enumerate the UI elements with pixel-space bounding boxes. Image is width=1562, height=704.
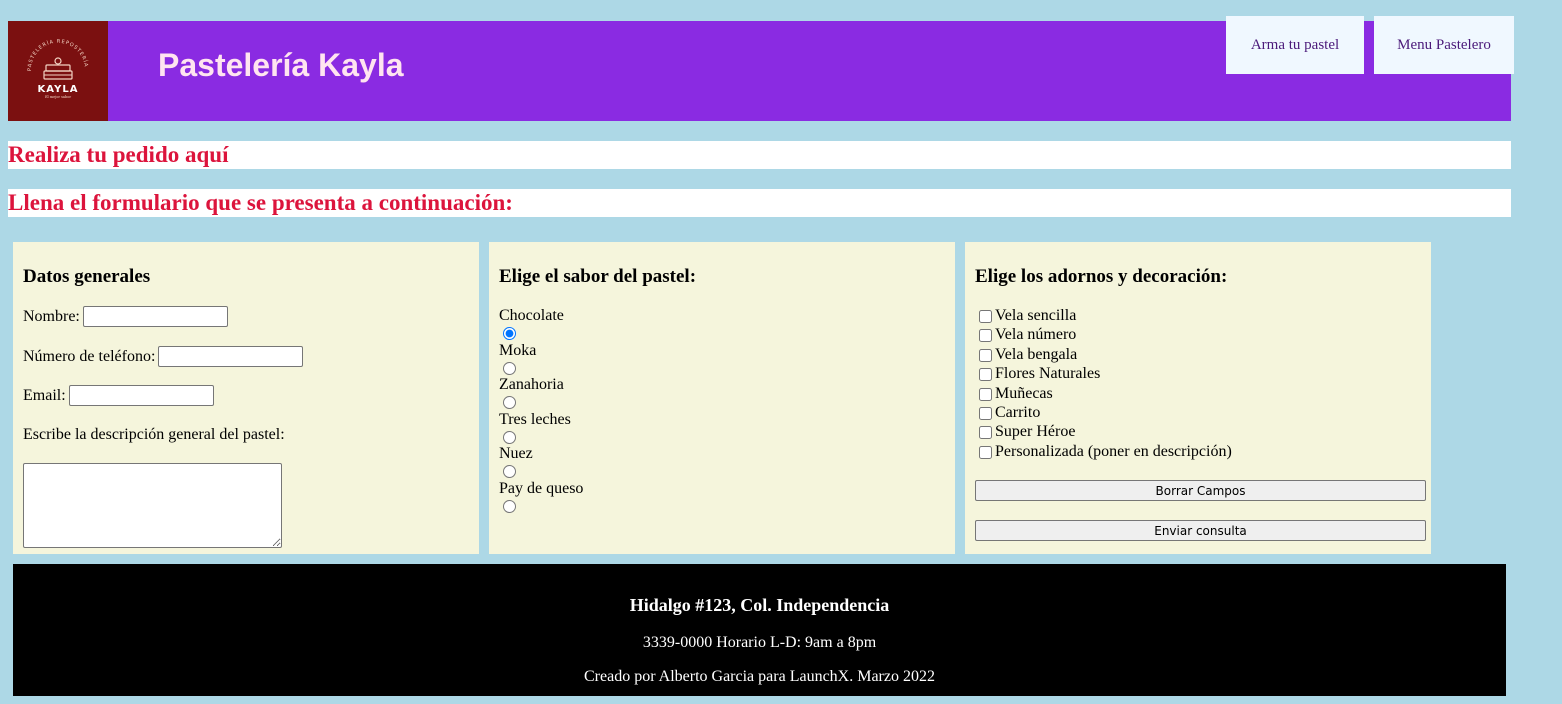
decoration-label: Vela sencilla bbox=[995, 307, 1077, 324]
decoration-option: Carrito bbox=[979, 404, 1040, 422]
decoration-checkbox[interactable] bbox=[979, 309, 992, 323]
footer-hours: 3339-0000 Horario L-D: 9am a 8pm bbox=[642, 634, 877, 651]
site-title: Pastelería Kayla bbox=[158, 47, 404, 83]
decoration-label: Vela bengala bbox=[995, 346, 1078, 363]
footer-credit: Creado por Alberto Garcia para LaunchX. … bbox=[584, 668, 935, 685]
decoration-checkbox[interactable] bbox=[979, 328, 992, 342]
decoration-option: Muñecas bbox=[979, 385, 1053, 403]
description-label: Escribe la descripción general del paste… bbox=[23, 426, 285, 443]
flavor-label: Tres leches bbox=[499, 411, 571, 428]
decoration-checkbox[interactable] bbox=[979, 387, 992, 401]
cake-logo-icon: PASTELERÍA REPOSTERÍA KAYLA El mejor sab… bbox=[27, 39, 89, 99]
logo-text: KAYLA bbox=[38, 84, 79, 95]
phone-input[interactable] bbox=[158, 346, 304, 367]
decoration-label: Carrito bbox=[995, 404, 1041, 421]
reset-button[interactable]: Borrar Campos bbox=[975, 480, 1426, 501]
logo-tagline: El mejor sabor bbox=[45, 95, 71, 99]
flavor-option: Zanahoria bbox=[499, 376, 564, 409]
decoration-option: Vela bengala bbox=[979, 346, 1077, 364]
flavor-option: Pay de queso bbox=[499, 480, 583, 513]
flavor-label: Pay de queso bbox=[499, 480, 584, 497]
phone-label: Número de teléfono: bbox=[23, 347, 156, 365]
decoration-option: Flores Naturales bbox=[979, 365, 1100, 383]
flavor-label: Zanahoria bbox=[499, 376, 564, 393]
name-input[interactable] bbox=[82, 306, 228, 327]
decoration-option: Vela sencilla bbox=[979, 307, 1076, 325]
flavor-radio-nuez[interactable] bbox=[503, 465, 516, 478]
flavor-option: Moka bbox=[499, 342, 536, 375]
decoration-heading: Elige los adornos y decoración: bbox=[975, 266, 1228, 287]
name-field-row: Nombre: bbox=[23, 306, 228, 327]
flavor-label: Moka bbox=[499, 342, 537, 359]
form-heading: Llena el formulario que se presenta a co… bbox=[8, 189, 1511, 217]
logo-arc-text: PASTELERÍA REPOSTERÍA bbox=[27, 39, 88, 72]
decoration-checkbox[interactable] bbox=[979, 425, 992, 439]
email-field-row: Email: bbox=[23, 385, 214, 406]
nav-menu-pastelero[interactable]: Menu Pastelero bbox=[1374, 16, 1514, 74]
flavor-heading: Elige el sabor del pastel: bbox=[499, 266, 697, 287]
flavor-label: Chocolate bbox=[499, 307, 564, 324]
decoration-label: Muñecas bbox=[995, 385, 1053, 402]
decoration-checkbox[interactable] bbox=[979, 348, 992, 362]
decoration-label: Flores Naturales bbox=[995, 365, 1101, 382]
flavor-radio-chocolate[interactable] bbox=[503, 327, 516, 340]
order-heading: Realiza tu pedido aquí bbox=[8, 141, 1511, 169]
site-footer: Hidalgo #123, Col. Independencia 3339-00… bbox=[13, 564, 1506, 696]
flavor-option: Chocolate bbox=[499, 307, 564, 340]
flavor-label: Nuez bbox=[499, 445, 533, 462]
phone-field-row: Número de teléfono: bbox=[23, 346, 304, 367]
decoration-label: Vela número bbox=[995, 326, 1077, 343]
decoration-label: Personalizada (poner en descripción) bbox=[995, 443, 1232, 460]
svg-text:PASTELERÍA REPOSTERÍA: PASTELERÍA REPOSTERÍA bbox=[27, 39, 89, 72]
decoration-label: Super Héroe bbox=[995, 423, 1076, 440]
flavor-option: Tres leches bbox=[499, 411, 571, 444]
kayla-logo[interactable]: PASTELERÍA REPOSTERÍA KAYLA El mejor sab… bbox=[8, 21, 108, 121]
flavor-option: Nuez bbox=[499, 445, 533, 478]
flavor-radio-tres-leches[interactable] bbox=[503, 431, 516, 444]
flavor-radio-moka[interactable] bbox=[503, 362, 516, 375]
general-data-heading: Datos generales bbox=[23, 266, 151, 287]
decoration-checkbox[interactable] bbox=[979, 406, 992, 420]
decoration-checkbox[interactable] bbox=[979, 367, 992, 381]
decoration-option: Super Héroe bbox=[979, 423, 1075, 441]
nav-arma-tu-pastel[interactable]: Arma tu pastel bbox=[1226, 16, 1364, 74]
footer-address: Hidalgo #123, Col. Independencia bbox=[629, 595, 890, 615]
description-textarea[interactable] bbox=[23, 463, 282, 548]
submit-button[interactable]: Enviar consulta bbox=[975, 520, 1426, 541]
name-label: Nombre: bbox=[23, 307, 80, 325]
general-data-panel: Datos generales Nombre: Número de teléfo… bbox=[13, 242, 479, 554]
decoration-checkbox[interactable] bbox=[979, 445, 992, 459]
decoration-option: Vela número bbox=[979, 326, 1076, 344]
flavor-panel: Elige el sabor del pastel: Chocolate Mok… bbox=[489, 242, 955, 554]
flavor-radio-zanahoria[interactable] bbox=[503, 396, 516, 409]
email-label: Email: bbox=[23, 386, 66, 404]
decoration-panel: Elige los adornos y decoración: Vela sen… bbox=[965, 242, 1431, 554]
email-input[interactable] bbox=[68, 385, 214, 406]
decoration-option: Personalizada (poner en descripción) bbox=[979, 443, 1232, 461]
flavor-radio-pay-de-queso[interactable] bbox=[503, 500, 516, 513]
